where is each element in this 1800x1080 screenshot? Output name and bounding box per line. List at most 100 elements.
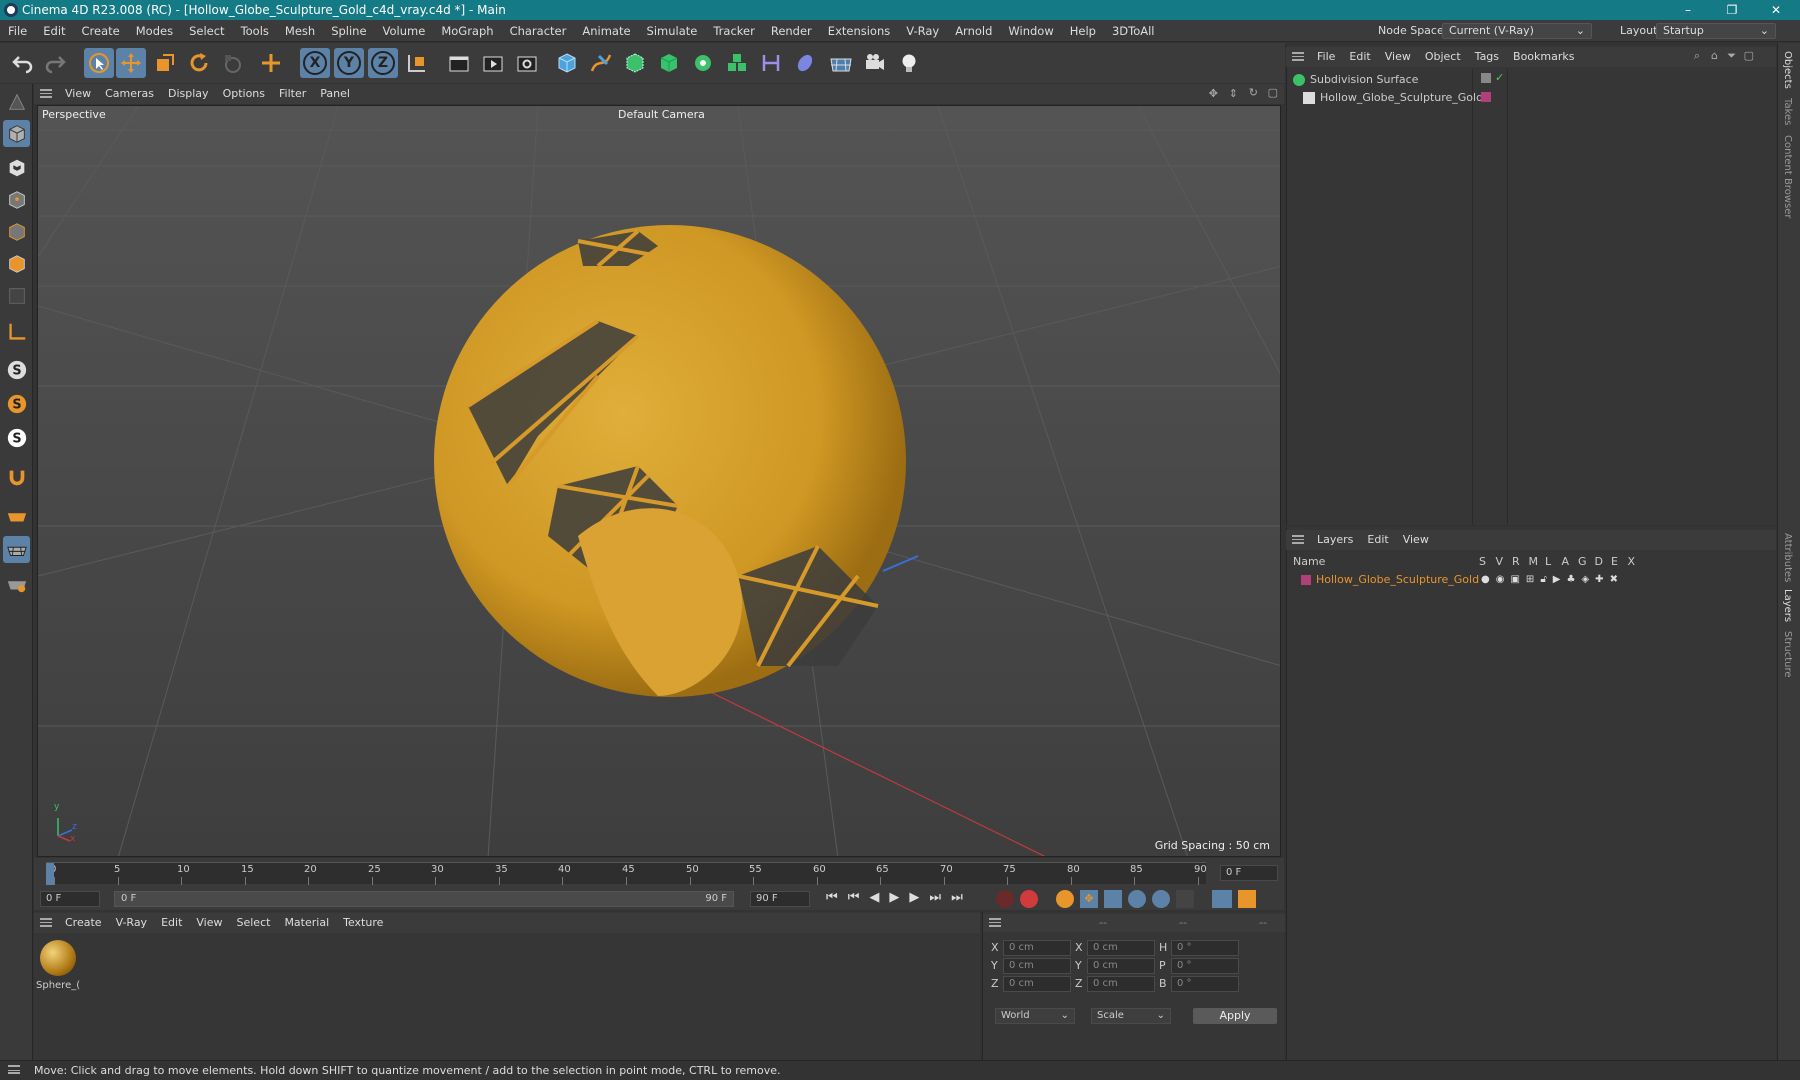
edge-mode-button[interactable] <box>3 218 30 245</box>
previous-frame-icon[interactable]: ◀ <box>869 890 879 905</box>
viewport-menu-filter[interactable]: Filter <box>272 84 313 104</box>
deformer-toggle-icon[interactable]: ◈ <box>1581 574 1589 585</box>
polygon-mode-button[interactable] <box>3 250 30 277</box>
layer-column-a[interactable]: A <box>1562 555 1570 568</box>
material-menu-material[interactable]: Material <box>277 913 336 933</box>
camera-button[interactable] <box>860 48 890 78</box>
workplane-button[interactable] <box>3 318 30 345</box>
layer-column-r[interactable]: R <box>1512 555 1520 568</box>
material-name[interactable]: Sphere_( <box>36 980 80 991</box>
menu-mograph[interactable]: MoGraph <box>433 20 501 42</box>
viewport-rotate-icon[interactable]: ↻ <box>1249 86 1258 99</box>
camera-label[interactable]: Default Camera <box>618 108 705 121</box>
point-mode-button[interactable] <box>3 186 30 213</box>
coord-value-field[interactable]: 0 cm <box>1003 940 1071 956</box>
previous-key-icon[interactable]: ⏮ <box>848 890 860 905</box>
search-icon[interactable]: ⌕ <box>1694 49 1700 63</box>
minimize-button[interactable]: – <box>1666 0 1710 20</box>
live-selection-button[interactable] <box>84 48 114 78</box>
coord-value-field[interactable]: 0 ° <box>1171 940 1239 956</box>
texture-mode-button[interactable] <box>3 154 30 181</box>
world-coordinates-button[interactable] <box>402 48 432 78</box>
generator-toggle-icon[interactable]: ♣ <box>1567 574 1576 585</box>
frame-range-slider[interactable]: 0 F 90 F <box>114 891 734 907</box>
go-to-end-icon[interactable]: ⏭ <box>951 890 963 905</box>
menu-character[interactable]: Character <box>502 20 575 42</box>
mograph-button[interactable] <box>722 48 752 78</box>
object-menu-object[interactable]: Object <box>1418 47 1468 67</box>
menu-simulate[interactable]: Simulate <box>639 20 706 42</box>
scale-tool-button[interactable] <box>150 48 180 78</box>
material-menu-texture[interactable]: Texture <box>336 913 390 933</box>
material-menu-edit[interactable]: Edit <box>154 913 189 933</box>
rotation-key-icon[interactable] <box>1128 890 1146 908</box>
start-frame-field[interactable]: 0 F <box>40 891 100 907</box>
menu-animate[interactable]: Animate <box>574 20 638 42</box>
coord-value-field[interactable]: 0 cm <box>1087 958 1155 974</box>
solo-button[interactable]: S <box>3 390 30 417</box>
record-icon[interactable] <box>996 890 1014 908</box>
view-toggle-icon[interactable]: ◉ <box>1496 574 1505 585</box>
menu-tracker[interactable]: Tracker <box>705 20 763 42</box>
object-row-globe[interactable]: Hollow_Globe_Sculpture_Gold <box>1303 91 1483 104</box>
object-menu-tags[interactable]: Tags <box>1468 47 1506 67</box>
viewport-menu-cameras[interactable]: Cameras <box>98 84 161 104</box>
maximize-button[interactable]: ❐ <box>1710 0 1754 20</box>
keyframe-selection-icon[interactable] <box>1056 890 1074 908</box>
render-toggle-icon[interactable]: ▣ <box>1510 574 1519 585</box>
filter-icon[interactable]: ⏷ <box>1727 49 1736 63</box>
xref-toggle-icon[interactable]: ✖ <box>1610 574 1618 585</box>
locked-workplane-button[interactable] <box>3 570 30 597</box>
light-button[interactable] <box>894 48 924 78</box>
snap-button[interactable]: S <box>3 356 30 383</box>
make-editable-button[interactable] <box>3 88 30 115</box>
object-menu-edit[interactable]: Edit <box>1342 47 1377 67</box>
size-mode-select[interactable]: Scale ⌄ <box>1091 1008 1171 1024</box>
scheme-icon[interactable] <box>1212 890 1232 908</box>
object-menu-bookmarks[interactable]: Bookmarks <box>1506 47 1581 67</box>
menu-v-ray[interactable]: V-Ray <box>898 20 947 42</box>
timeline[interactable]: 051015202530354045505560657075808590 0 F <box>34 858 1284 888</box>
layer-column-v[interactable]: V <box>1496 555 1504 568</box>
position-key-icon[interactable]: ✥ <box>1080 890 1098 908</box>
pen-spline-button[interactable] <box>586 48 616 78</box>
tab-structure[interactable]: Structure <box>1782 631 1793 678</box>
layer-column-name[interactable]: Name <box>1293 555 1325 568</box>
layer-column-d[interactable]: D <box>1595 555 1603 568</box>
object-name[interactable]: Subdivision Surface <box>1310 73 1418 86</box>
editor-visibility-icon[interactable] <box>1481 73 1491 83</box>
layer-column-s[interactable]: S <box>1479 555 1486 568</box>
coordinate-mode-select[interactable]: World ⌄ <box>995 1008 1075 1024</box>
node-space-select[interactable]: Current (V-Ray) ⌄ <box>1442 23 1592 39</box>
field-button[interactable] <box>790 48 820 78</box>
layer-color-swatch[interactable] <box>1301 574 1311 585</box>
move-tool-button[interactable] <box>116 48 146 78</box>
object-row-subdivision[interactable]: Subdivision Surface <box>1293 73 1418 86</box>
menu-volume[interactable]: Volume <box>375 20 434 42</box>
material-menu-view[interactable]: View <box>189 913 229 933</box>
expressions-toggle-icon[interactable]: ✚ <box>1595 574 1603 585</box>
go-to-start-icon[interactable]: ⏮ <box>826 890 838 905</box>
timeline-window-icon[interactable] <box>1238 890 1256 908</box>
menu-window[interactable]: Window <box>1000 20 1061 42</box>
menu-help[interactable]: Help <box>1062 20 1104 42</box>
layer-row[interactable]: Hollow_Globe_Sculpture_Gold <box>1301 573 1479 586</box>
material-menu-select[interactable]: Select <box>230 913 278 933</box>
autokey-icon[interactable] <box>1020 890 1038 908</box>
subdivision-surface-button[interactable] <box>620 48 650 78</box>
layer-menu-view[interactable]: View <box>1396 530 1436 550</box>
material-menu-v-ray[interactable]: V-Ray <box>109 913 155 933</box>
perspective-viewport[interactable]: Perspective Default Camera Grid Spacing … <box>37 105 1281 857</box>
floor-grid-button[interactable] <box>3 502 30 529</box>
coord-value-field[interactable]: 0 cm <box>1003 976 1071 992</box>
menu-arnold[interactable]: Arnold <box>947 20 1000 42</box>
next-key-icon[interactable]: ⏭ <box>929 890 941 905</box>
magnet-button[interactable] <box>3 464 30 491</box>
home-icon[interactable]: ⌂ <box>1711 49 1718 62</box>
menu-tools[interactable]: Tools <box>233 20 277 42</box>
new-window-icon[interactable]: ▢ <box>1744 49 1754 62</box>
menu-spline[interactable]: Spline <box>323 20 374 42</box>
viewport-hamburger-icon[interactable] <box>34 88 58 101</box>
rotate-tool-button[interactable] <box>184 48 214 78</box>
z-axis-lock-button[interactable]: Z <box>368 48 398 78</box>
